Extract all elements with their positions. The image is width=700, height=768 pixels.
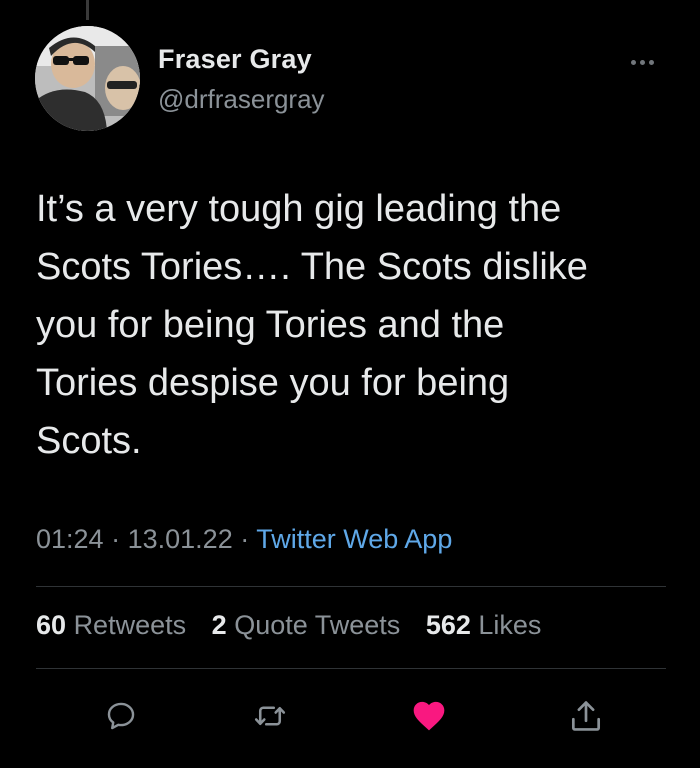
more-dot-icon <box>639 59 645 65</box>
avatar-photo <box>35 26 140 131</box>
likes-stat[interactable]: 562 Likes <box>426 610 542 640</box>
author-handle[interactable]: @drfrasergray <box>158 84 325 115</box>
quote-tweets-stat[interactable]: 2 Quote Tweets <box>212 610 408 640</box>
tweet-text: It’s a very tough gig leading the Scots … <box>36 188 588 462</box>
share-button[interactable] <box>564 694 608 738</box>
heart-icon <box>413 701 445 731</box>
retweet-icon <box>254 706 286 726</box>
divider <box>36 586 666 587</box>
likes-label: Likes <box>478 610 542 640</box>
reply-icon <box>107 702 135 730</box>
likes-count: 562 <box>425 610 471 640</box>
tweet-stats: 60 Retweets 2 Quote Tweets 562 Likes <box>36 610 559 641</box>
share-icon <box>571 701 601 731</box>
like-button[interactable] <box>407 694 451 738</box>
tweet-actions-bar <box>0 694 700 738</box>
reply-button[interactable] <box>99 694 143 738</box>
retweets-stat[interactable]: 60 Retweets <box>36 610 194 640</box>
retweets-label: Retweets <box>73 610 187 640</box>
author-display-name[interactable]: Fraser Gray <box>158 44 312 75</box>
thread-connector-line <box>86 0 89 20</box>
quote-tweets-label: Quote Tweets <box>234 610 401 640</box>
more-dot-icon <box>648 59 654 65</box>
avatar[interactable] <box>35 26 140 131</box>
divider <box>36 668 666 669</box>
meta-separator: · <box>111 524 121 554</box>
tweet-time[interactable]: 01:24 <box>36 524 104 554</box>
tweet-source-link[interactable]: Twitter Web App <box>256 524 452 554</box>
quote-tweets-count: 2 <box>211 610 227 640</box>
tweet-date[interactable]: 13.01.22 <box>128 524 233 554</box>
more-options-button[interactable] <box>620 48 664 76</box>
more-dot-icon <box>630 59 636 65</box>
meta-separator: · <box>240 524 250 554</box>
tweet-meta: 01:24 · 13.01.22 · Twitter Web App <box>36 524 452 555</box>
retweet-button[interactable] <box>248 694 292 738</box>
retweets-count: 60 <box>36 610 67 640</box>
